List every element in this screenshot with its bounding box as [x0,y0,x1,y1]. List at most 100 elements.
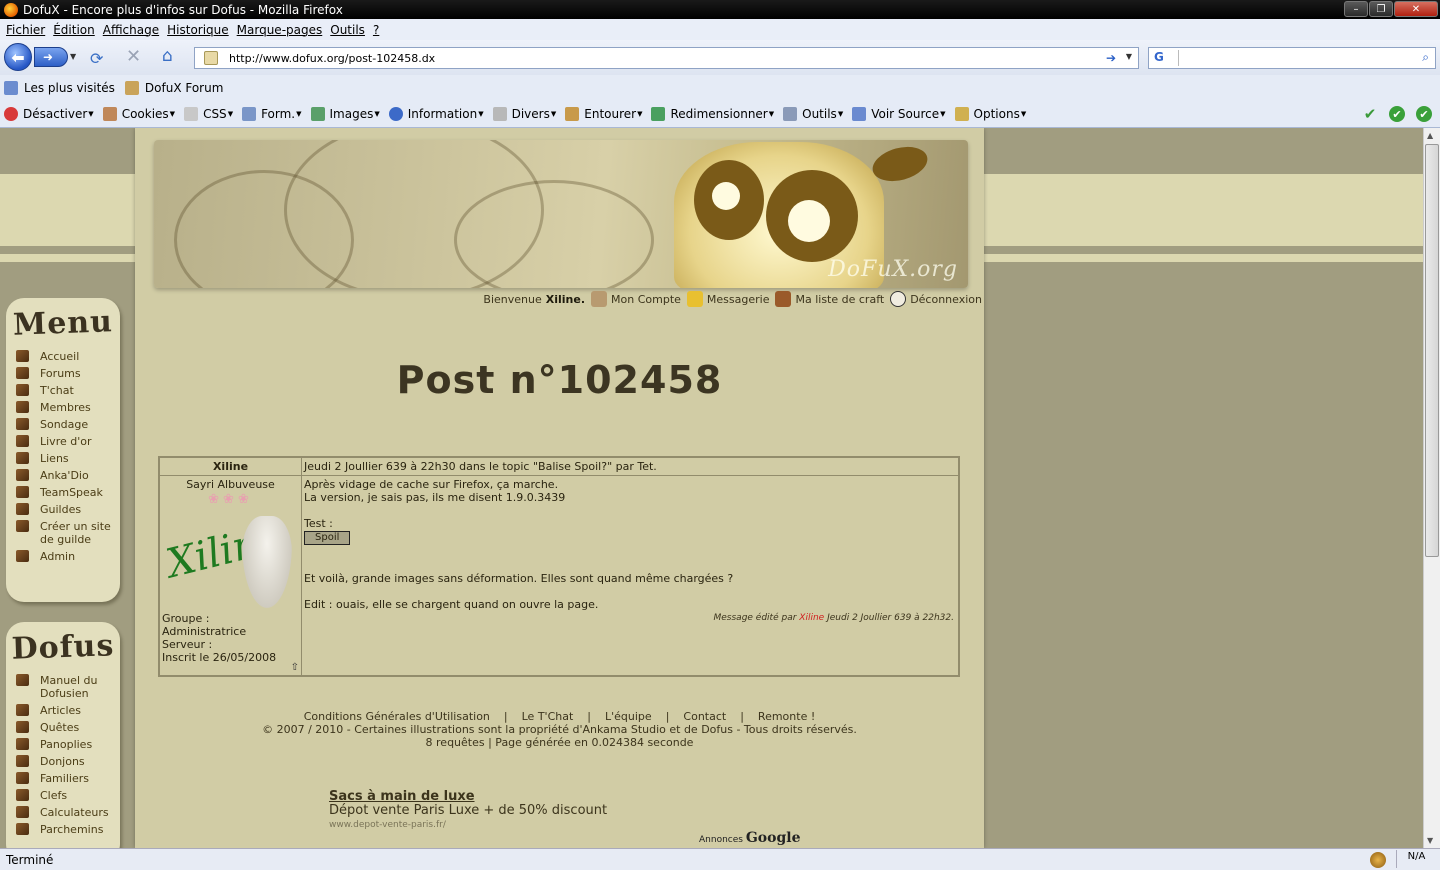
footer-links: Conditions Générales d'Utilisation | Le T'… [135,710,984,723]
user-avatar: Xiline [162,514,296,610]
dev-label: Désactiver [23,107,88,121]
sidebar-item-membres[interactable]: Membres [16,401,120,414]
dev-desactiver[interactable]: Désactiver ▼ [4,107,94,121]
sidebar-item-livre-dor[interactable]: Livre d'or [16,435,120,448]
forward-button[interactable]: ➜ [34,47,68,67]
ad-title-link[interactable]: Sacs à main de luxe [329,790,607,804]
edit-notice-date: Jeudi 2 Joullier 639 à 22h32. [827,613,954,623]
minimize-button[interactable]: – [1344,1,1368,17]
google-search-engine-icon[interactable]: G [1151,50,1179,66]
css-valid-icon[interactable]: ✔ [1389,106,1405,122]
site-banner[interactable]: DoFuX.org [154,140,968,288]
sidebar-item-guildes[interactable]: Guildes [16,503,120,516]
post-line: Et voilà, grande images sans déformation… [304,572,734,585]
account-link[interactable]: Mon Compte [611,293,681,306]
url-bar[interactable]: http://www.dofux.org/post-102458.dx ➔ ▼ [194,47,1139,69]
sidebar-dofus: Dofus Manuel du Dofusien Articles Quêtes… [6,622,120,848]
sidebar-item-clefs[interactable]: Clefs [16,789,120,802]
sidebar-item-ankadio[interactable]: Anka'Dio [16,469,120,482]
search-bar[interactable]: G ⌕ [1148,47,1436,69]
dev-outils[interactable]: Outils ▼ [783,107,843,121]
sidebar-item-manuel[interactable]: Manuel du Dofusien [16,674,120,700]
most-visited-icon [4,81,18,95]
dev-voir-source[interactable]: Voir Source ▼ [852,107,946,121]
logout-link[interactable]: Déconnexion [910,293,982,306]
home-icon[interactable]: ⌂ [162,46,173,66]
status-text: Terminé [6,852,54,867]
messages-link[interactable]: Messagerie [707,293,770,306]
ad-url[interactable]: www.depot-vente-paris.fr/ [329,818,607,832]
html-valid-icon[interactable]: ✔ [1416,106,1432,122]
dev-label: Outils [802,107,837,121]
footer-link-top[interactable]: Remonte ! [758,710,815,723]
dev-css[interactable]: CSS ▼ [184,107,233,121]
menu-help[interactable]: ? [369,23,383,37]
spoil-button[interactable]: Spoil [304,531,351,545]
sidebar-item-quetes[interactable]: Quêtes [16,721,120,734]
post-author[interactable]: Xiline [160,458,302,476]
sidebar-item-sondage[interactable]: Sondage [16,418,120,431]
sidebar-item-donjons[interactable]: Donjons [16,755,120,768]
page-viewport: Menu Accueil Forums T'chat Membres Sonda… [0,128,1423,848]
sidebar-item-panoplies[interactable]: Panoplies [16,738,120,751]
sidebar-item-label: Livre d'or [40,435,92,448]
sidebar-item-accueil[interactable]: Accueil [16,350,120,363]
close-button[interactable]: ✕ [1394,1,1438,17]
bookmark-most-visited[interactable]: Les plus visités [4,81,115,95]
sidebar-item-liens[interactable]: Liens [16,452,120,465]
sidebar-item-articles[interactable]: Articles [16,704,120,717]
scroll-top-icon[interactable]: ⇧ [291,662,299,673]
footer-link-contact[interactable]: Contact [683,710,726,723]
menu-historique[interactable]: Historique [163,23,233,37]
menu-edition[interactable]: Édition [49,23,99,37]
craft-list-link[interactable]: Ma liste de craft [795,293,884,306]
vertical-scrollbar[interactable]: ▲ ▼ [1423,128,1440,848]
bookmark-dofux-forum[interactable]: DofuX Forum [124,81,223,95]
search-magnifier-icon[interactable]: ⌕ [1422,50,1429,65]
sidebar-item-forums[interactable]: Forums [16,367,120,380]
dev-form[interactable]: Form. ▼ [242,107,302,121]
sidebar-item-parchemins[interactable]: Parchemins [16,823,120,836]
sidebar-item-label: Anka'Dio [40,469,89,482]
maximize-button[interactable]: ❐ [1369,1,1393,17]
bookmarks-toolbar: Les plus visités DofuX Forum [0,75,1440,101]
edit-notice-user[interactable]: Xiline [799,613,824,623]
dev-cookies[interactable]: Cookies ▼ [102,107,175,121]
scrollbar-thumb[interactable] [1425,144,1439,557]
sidebar-item-teamspeak[interactable]: TeamSpeak [16,486,120,499]
menu-affichage[interactable]: Affichage [99,23,163,37]
sidebar-item-admin[interactable]: Admin [16,550,120,563]
stop-icon[interactable]: ✕ [126,46,141,67]
footer-link-cgu[interactable]: Conditions Générales d'Utilisation [304,710,490,723]
dev-label: Redimensionner [670,107,768,121]
sidebar-item-tchat[interactable]: T'chat [16,384,120,397]
scroll-down-icon[interactable]: ▼ [1427,836,1433,845]
menu-fichier[interactable]: Fichier [2,23,49,37]
url-dropdown-icon[interactable]: ▼ [1126,52,1132,61]
ads-by-google[interactable]: Annonces Google [699,830,800,846]
footer-link-tchat[interactable]: Le T'Chat [522,710,574,723]
dev-divers[interactable]: Divers ▼ [492,107,556,121]
go-arrow-icon[interactable]: ➔ [1106,51,1116,65]
book-icon [16,550,29,562]
checkmark-icon[interactable]: ✔ [1362,105,1378,123]
sidebar-item-label: Articles [40,704,82,717]
dev-redimensionner[interactable]: Redimensionner ▼ [651,107,774,121]
greasemonkey-icon[interactable] [1370,852,1386,868]
menu-marque-pages[interactable]: Marque-pages [233,23,327,37]
menu-outils[interactable]: Outils [326,23,369,37]
sidebar-item-calculateurs[interactable]: Calculateurs [16,806,120,819]
dev-entourer[interactable]: Entourer ▼ [565,107,642,121]
history-dropdown-icon[interactable]: ▼ [70,52,76,61]
sidebar-item-creer-site[interactable]: Créer un site de guilde [16,520,120,546]
back-button[interactable]: ⬅ [4,43,32,71]
dev-images[interactable]: Images ▼ [310,107,380,121]
dev-information[interactable]: Information ▼ [388,107,484,121]
sidebar-item-familiers[interactable]: Familiers [16,772,120,785]
footer-link-equipe[interactable]: L'équipe [605,710,652,723]
reload-icon[interactable]: ⟳ [90,49,103,68]
scroll-up-icon[interactable]: ▲ [1427,131,1433,140]
main-content: DoFuX.org Bienvenue Xiline. Mon Compte M… [135,128,984,848]
dev-options[interactable]: Options ▼ [954,107,1026,121]
dev-label: Information [407,107,478,121]
